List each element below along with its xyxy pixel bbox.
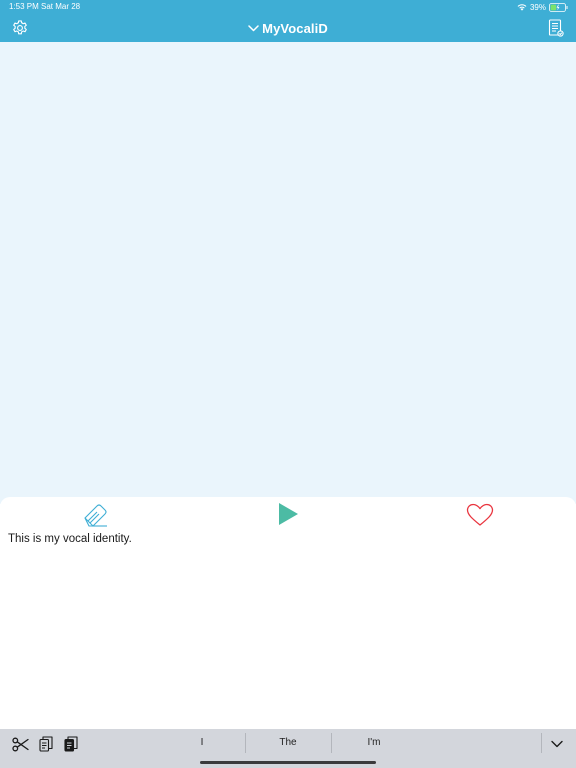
copy-icon	[39, 736, 53, 752]
favorite-button[interactable]	[465, 502, 494, 528]
paste-icon	[64, 736, 78, 752]
nav-title: MyVocaliD	[262, 20, 328, 36]
suggestion-item[interactable]: I'm	[332, 735, 416, 751]
battery-percent: 39%	[529, 2, 546, 12]
phrase-area	[0, 42, 576, 504]
wifi-icon	[517, 4, 527, 11]
scissors-icon	[11, 737, 29, 751]
status-indicators: 39%	[517, 1, 568, 13]
battery-icon	[549, 2, 568, 12]
heart-icon	[466, 503, 493, 526]
eraser-icon	[84, 504, 107, 527]
top-bar: 1:53 PM Sat Mar 28 39% MyVocaliD	[0, 0, 576, 42]
play-button[interactable]	[276, 502, 300, 526]
cut-button[interactable]	[11, 735, 29, 753]
play-icon	[279, 503, 298, 525]
document-icon	[548, 19, 564, 37]
chevron-down-icon	[551, 740, 563, 748]
composer-panel: This is my vocal identity.	[0, 497, 576, 729]
clear-button[interactable]	[82, 501, 110, 527]
copy-button[interactable]	[37, 735, 55, 753]
paste-button[interactable]	[62, 735, 80, 753]
document-button[interactable]	[547, 18, 565, 38]
suggestion-item[interactable]: The	[246, 735, 330, 751]
chevron-down-icon	[248, 24, 259, 31]
home-indicator[interactable]	[200, 761, 376, 764]
dismiss-divider	[541, 733, 542, 753]
suggestion-item[interactable]: I	[160, 735, 244, 751]
message-text-area[interactable]: This is my vocal identity.	[8, 531, 568, 711]
nav-title-menu[interactable]: MyVocaliD	[0, 19, 576, 37]
status-date: Sat Mar 28	[41, 2, 81, 11]
status-time: 1:53 PM	[9, 2, 39, 11]
dismiss-keyboard-button[interactable]	[548, 735, 566, 753]
screen: 1:53 PM Sat Mar 28 39% MyVocaliD This is…	[0, 0, 576, 768]
